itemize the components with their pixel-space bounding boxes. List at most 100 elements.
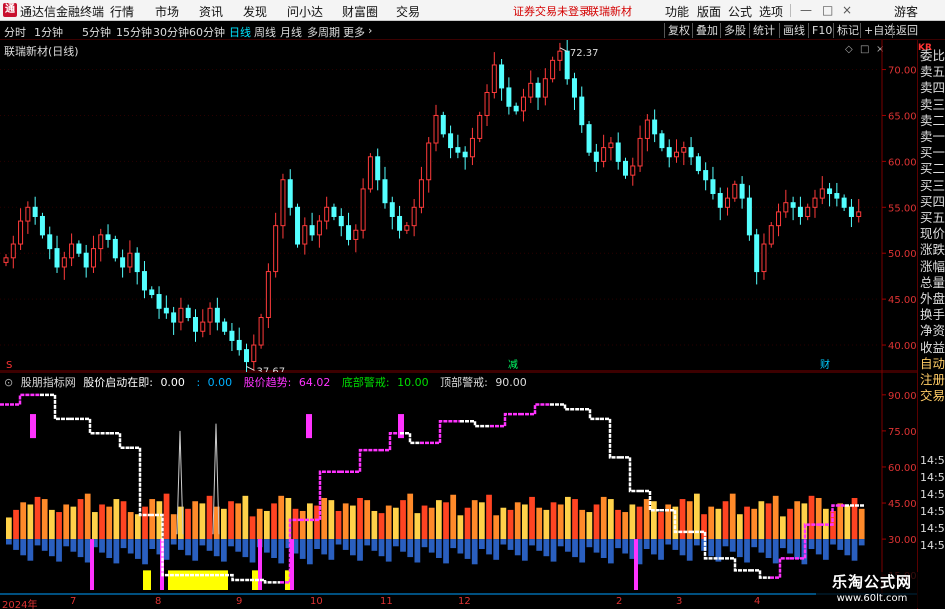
indicator-down-bar: [428, 539, 435, 553]
menu-zixun[interactable]: 资讯: [199, 3, 223, 20]
indicator-up-bar: [643, 499, 650, 540]
period-1min[interactable]: 1分钟: [34, 24, 63, 40]
indicator-down-bar: [206, 539, 213, 551]
indicator-up-bar: [536, 507, 543, 540]
indicator-down-bar: [464, 539, 471, 559]
restore-icon[interactable]: □: [822, 3, 833, 17]
minimize-icon[interactable]: —: [800, 3, 812, 17]
period-30min[interactable]: 30分钟: [153, 24, 189, 40]
candle: [214, 307, 220, 323]
period-tick[interactable]: 分时: [4, 24, 26, 40]
quote-panel-item[interactable]: 交易: [920, 386, 945, 406]
indicator-down-bar: [722, 539, 729, 547]
indicator-up-bar: [593, 504, 600, 540]
indicator-up-bar: [20, 502, 27, 540]
fuquan-button[interactable]: 复权: [664, 23, 693, 38]
candle: [703, 170, 709, 181]
period-weekly[interactable]: 周线: [254, 24, 276, 40]
period-multi[interactable]: 多周期: [307, 24, 340, 40]
candle: [287, 179, 293, 208]
candle: [652, 119, 658, 135]
draw-line-button[interactable]: 画线: [779, 23, 808, 38]
tick-time: 14:56: [920, 539, 945, 552]
indicator-down-bar: [471, 539, 478, 565]
guest-button[interactable]: 游客: [894, 3, 918, 20]
candle: [83, 252, 89, 268]
indicator-up-bar: [142, 506, 148, 540]
indicator-up-bar: [92, 512, 98, 540]
indicator-down-bar: [307, 539, 313, 565]
mark-button[interactable]: 标记: [833, 23, 862, 38]
indicator-up-bar: [221, 508, 227, 540]
indicator-up-bar: [364, 500, 371, 540]
menu-hangqing[interactable]: 行情: [110, 3, 134, 20]
trend-line-segment: [110, 432, 130, 449]
overlay-button[interactable]: 叠加: [692, 23, 721, 38]
period-60min[interactable]: 60分钟: [189, 24, 225, 40]
signal-bar: [634, 539, 638, 590]
layout-button[interactable]: 版面: [697, 3, 721, 20]
period-more[interactable]: 更多: [343, 24, 365, 40]
multi-stock-button[interactable]: 多股: [720, 23, 749, 38]
period-daily[interactable]: 日线: [229, 24, 251, 40]
date-label: 8: [155, 596, 162, 607]
indicator-down-bar: [378, 539, 385, 557]
tick-time: 14:56: [920, 522, 945, 535]
candle: [69, 243, 75, 259]
indicator-up-bar: [120, 501, 127, 540]
trend-line-segment: [520, 403, 550, 416]
event-marker[interactable]: 财: [820, 358, 830, 371]
back-button[interactable]: 返回: [892, 23, 921, 38]
close-icon[interactable]: ×: [842, 3, 852, 17]
indicator-chart[interactable]: 90.0075.0060.0045.0030.0015.00: [0, 372, 917, 596]
candle: [754, 234, 760, 273]
candle: [448, 133, 454, 149]
candle: [637, 137, 643, 167]
indicator-down-bar: [443, 539, 449, 564]
menu-caifuquan[interactable]: 财富圈: [342, 3, 378, 20]
indicator-up-bar: [393, 507, 399, 540]
statistics-button[interactable]: 统计: [749, 23, 778, 38]
indicator-up-bar: [285, 497, 292, 540]
period-5min[interactable]: 5分钟: [82, 24, 111, 40]
indicator-down-bar: [500, 539, 507, 545]
formula-button[interactable]: 公式: [728, 3, 752, 20]
indicator-down-bar: [27, 539, 34, 561]
candle: [273, 225, 279, 273]
candle: [418, 179, 424, 208]
options-button[interactable]: 选项: [759, 3, 783, 20]
app-logo-icon: 通: [3, 3, 17, 17]
price-axis-label: 60.00: [888, 157, 917, 168]
event-marker[interactable]: S: [6, 360, 12, 371]
indicator-down-bar: [765, 539, 772, 559]
event-marker[interactable]: 减: [508, 359, 518, 371]
menu-jiaoyi[interactable]: 交易: [396, 3, 420, 20]
indicator-down-bar: [729, 539, 736, 552]
indicator-down-bar: [170, 539, 177, 545]
indicator-up-bar: [464, 507, 471, 540]
menu-shichang[interactable]: 市场: [155, 3, 179, 20]
period-15min[interactable]: 15分钟: [116, 24, 152, 40]
trade-login-alert[interactable]: 证券交易未登录: [513, 3, 590, 19]
indicator-up-bar: [407, 493, 414, 540]
candlestick-chart[interactable]: 70.00 65.00 60.00 55.00 50.00 45.00 40.00 72.3…: [0, 40, 917, 372]
f10-button[interactable]: F10: [808, 23, 835, 38]
indicator-up-bar: [292, 508, 299, 540]
function-button[interactable]: 功能: [665, 3, 689, 20]
tick-time: 14:56: [920, 471, 945, 484]
indicator-down-bar: [851, 539, 858, 561]
period-monthly[interactable]: 月线: [280, 24, 302, 40]
menu-faxian[interactable]: 发现: [243, 3, 267, 20]
indicator-down-bar: [593, 539, 600, 553]
candle: [440, 114, 446, 135]
indicator-down-bar: [142, 539, 148, 565]
chevron-right-icon[interactable]: ›: [368, 24, 372, 37]
signal-bar: [90, 539, 94, 590]
menu-wenxiaoda[interactable]: 问小达: [287, 3, 323, 20]
indicator-up-bar: [622, 512, 629, 540]
indicator-down-bar: [56, 539, 62, 562]
indicator-down-bar: [99, 539, 105, 553]
indicator-up-bar: [708, 506, 715, 540]
indicator-down-bar: [522, 539, 528, 561]
candle: [856, 211, 862, 217]
